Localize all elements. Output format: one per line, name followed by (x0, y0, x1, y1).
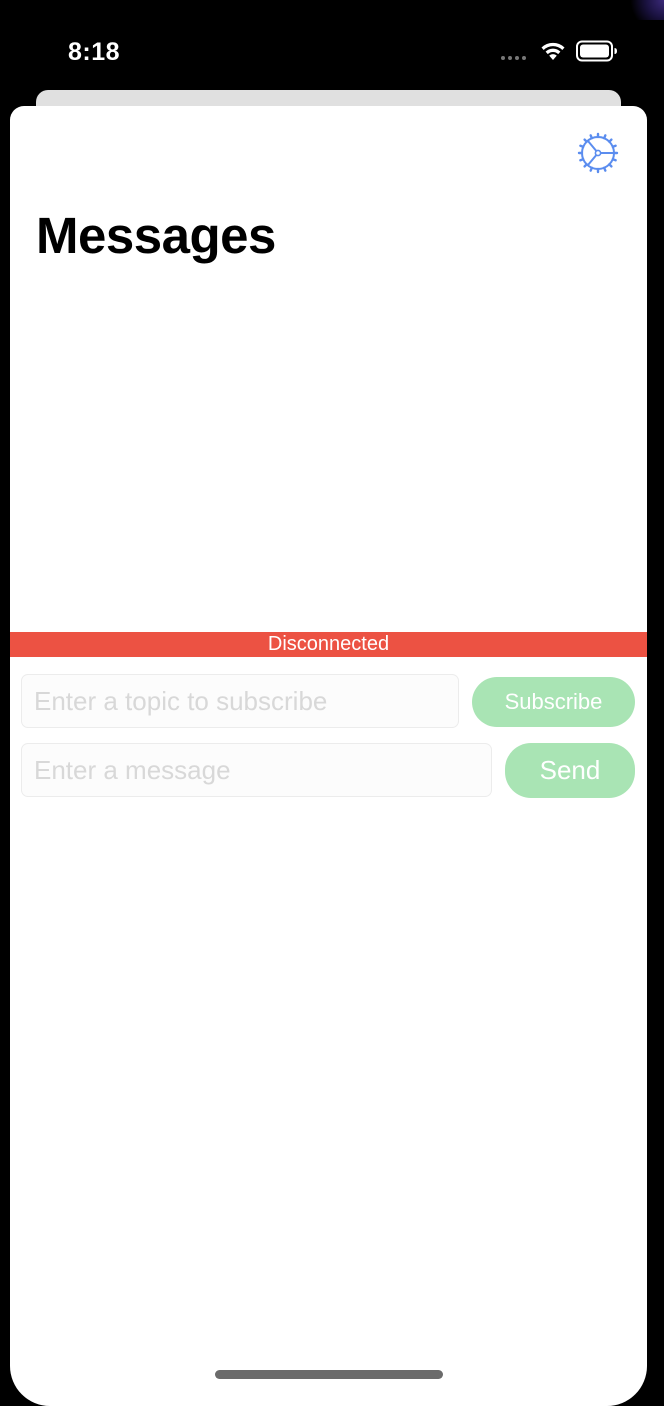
send-button[interactable]: Send (505, 743, 635, 798)
message-input[interactable] (21, 743, 492, 797)
connection-status-banner: Disconnected (10, 632, 647, 657)
page-title: Messages (36, 207, 276, 264)
home-indicator[interactable] (215, 1370, 443, 1379)
wifi-icon (541, 42, 565, 60)
messages-sheet: Messages Disconnected Subscribe Send (10, 106, 647, 1406)
gear-icon (577, 132, 619, 174)
status-time: 8:18 (68, 38, 121, 66)
battery-icon (576, 40, 617, 62)
status-icons (501, 40, 618, 62)
status-bar: 8:18 (0, 0, 664, 90)
subscribe-button[interactable]: Subscribe (472, 677, 635, 727)
cellular-dots-icon (501, 40, 526, 62)
settings-button[interactable] (577, 132, 619, 174)
topic-input[interactable] (21, 674, 459, 728)
